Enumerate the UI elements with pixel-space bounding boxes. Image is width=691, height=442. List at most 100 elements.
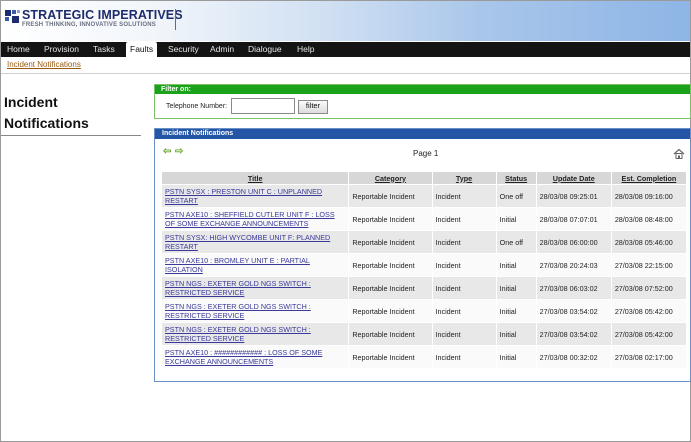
incident-title-link[interactable]: PSTN SYSX: HIGH WYCOMBE UNIT F: PLANNED …	[165, 233, 330, 251]
incident-title-link[interactable]: PSTN NGS : EXETER GOLD NGS SWITCH : REST…	[165, 302, 311, 320]
incident-title-link[interactable]: PSTN AXE10 : BROMLEY UNIT E : PARTIAL IS…	[165, 256, 310, 274]
incident-title-link[interactable]: PSTN AXE10 : ############ : LOSS OF SOME…	[165, 348, 322, 366]
nav-tasks[interactable]: Tasks	[93, 42, 115, 57]
incident-category-cell: Reportable Incident	[349, 254, 432, 276]
nav-faults[interactable]: Faults	[126, 42, 158, 57]
incident-est-completion-cell: 28/03/08 05:46:00	[611, 231, 686, 253]
incident-status-cell: One off	[496, 231, 536, 253]
brand-tagline: FRESH THINKING, INNOVATIVE SOLUTIONS	[22, 22, 156, 28]
telephone-number-input[interactable]	[231, 98, 295, 114]
page-label: Page 1	[413, 149, 439, 158]
incident-update-date: 27/03/08 03:54:02	[539, 329, 598, 339]
incident-title-link-cell: PSTN NGS : EXETER GOLD NGS SWITCH : REST…	[162, 300, 349, 322]
table-row: PSTN AXE10 : ############ : LOSS OF SOME…	[162, 346, 686, 368]
incident-est-completion-cell: 27/03/08 05:42:00	[611, 323, 686, 345]
incident-type: Incident	[435, 237, 461, 247]
incident-category-cell: Reportable Incident	[349, 277, 432, 299]
incident-type-cell: Incident	[432, 231, 496, 253]
filter-panel: Filter on: Telephone Number: filter	[154, 84, 691, 119]
incident-type-cell: Incident	[432, 277, 496, 299]
incident-status-cell: One off	[496, 185, 536, 207]
incident-status: Initial	[499, 214, 517, 224]
table-row: PSTN AXE10 : BROMLEY UNIT E : PARTIAL IS…	[162, 254, 686, 276]
incident-type-cell: Incident	[432, 254, 496, 276]
incident-type: Incident	[435, 260, 461, 270]
incident-update-date: 28/03/08 09:25:01	[539, 191, 598, 201]
filter-button[interactable]: filter	[298, 100, 328, 114]
incident-update-date: 27/03/08 00:32:02	[539, 352, 598, 362]
incident-title-link[interactable]: PSTN NGS : EXETER GOLD NGS SWITCH : REST…	[165, 279, 311, 297]
incident-status: Initial	[499, 329, 517, 339]
incident-est-completion: 28/03/08 08:48:00	[614, 214, 673, 224]
page-title: Incident Notifications	[4, 94, 89, 131]
incident-category: Reportable Incident	[352, 237, 415, 247]
incident-est-completion: 27/03/08 02:17:00	[614, 352, 673, 362]
incident-category-cell: Reportable Incident	[349, 323, 432, 345]
table-row: PSTN SYSX : PRESTON UNIT C : UNPLANNED R…	[162, 185, 686, 207]
incident-status-cell: Initial	[496, 300, 536, 322]
col-update-date[interactable]: Update Date	[536, 172, 611, 184]
incident-category-cell: Reportable Incident	[349, 300, 432, 322]
brand-name: STRATEGIC IMPERATIVES	[22, 8, 183, 22]
incident-category: Reportable Incident	[352, 306, 415, 316]
incident-category: Reportable Incident	[352, 352, 415, 362]
subnav-incident-notifications[interactable]: Incident Notifications	[7, 60, 81, 69]
nav-dialogue[interactable]: Dialogue	[248, 42, 282, 57]
incident-update-date-cell: 27/03/08 00:32:02	[536, 346, 611, 368]
incident-category-cell: Reportable Incident	[349, 208, 432, 230]
col-est-completion[interactable]: Est. Completion	[611, 172, 686, 184]
incident-update-date: 28/03/08 06:00:00	[539, 237, 598, 247]
col-title[interactable]: Title	[162, 172, 349, 184]
incident-est-completion: 28/03/08 05:46:00	[614, 237, 673, 247]
nav-home[interactable]: Home	[7, 42, 30, 57]
incidents-panel-header: Incident Notifications	[155, 129, 690, 139]
incident-category-cell: Reportable Incident	[349, 185, 432, 207]
table-row: PSTN AXE10 : SHEFFIELD CUTLER UNIT F : L…	[162, 208, 686, 230]
incident-category: Reportable Incident	[352, 191, 415, 201]
incident-type: Incident	[435, 214, 461, 224]
incident-status-cell: Initial	[496, 254, 536, 276]
home-icon[interactable]	[673, 148, 685, 159]
nav-admin[interactable]: Admin	[210, 42, 234, 57]
col-category[interactable]: Category	[349, 172, 432, 184]
nav-help[interactable]: Help	[297, 42, 314, 57]
arrow-right-icon[interactable]: ⇨	[175, 147, 183, 157]
incident-est-completion-cell: 27/03/08 22:15:00	[611, 254, 686, 276]
col-status[interactable]: Status	[496, 172, 536, 184]
incident-title-link-cell: PSTN NGS : EXETER GOLD NGS SWITCH : REST…	[162, 277, 349, 299]
incident-title-link[interactable]: PSTN AXE10 : SHEFFIELD CUTLER UNIT F : L…	[165, 210, 335, 228]
incident-type: Incident	[435, 329, 461, 339]
incident-category-cell: Reportable Incident	[349, 346, 432, 368]
incident-title-link[interactable]: PSTN NGS : EXETER GOLD NGS SWITCH : REST…	[165, 325, 311, 343]
incident-est-completion-cell: 27/03/08 07:52:00	[611, 277, 686, 299]
incident-category: Reportable Incident	[352, 329, 415, 339]
incident-title-link[interactable]: PSTN SYSX : PRESTON UNIT C : UNPLANNED R…	[165, 187, 322, 205]
incident-update-date-cell: 28/03/08 07:07:01	[536, 208, 611, 230]
table-row: PSTN NGS : EXETER GOLD NGS SWITCH : REST…	[162, 323, 686, 345]
incident-est-completion-cell: 28/03/08 08:48:00	[611, 208, 686, 230]
nav-security[interactable]: Security	[168, 42, 199, 57]
incidents-table: Title Category Type Status Update Date E…	[161, 171, 687, 369]
incident-status: Initial	[499, 352, 517, 362]
table-row: PSTN NGS : EXETER GOLD NGS SWITCH : REST…	[162, 300, 686, 322]
incident-type: Incident	[435, 352, 461, 362]
table-row: PSTN NGS : EXETER GOLD NGS SWITCH : REST…	[162, 277, 686, 299]
incident-title-link-cell: PSTN SYSX: HIGH WYCOMBE UNIT F: PLANNED …	[162, 231, 349, 253]
incident-est-completion: 27/03/08 05:42:00	[614, 329, 673, 339]
incident-update-date-cell: 28/03/08 06:00:00	[536, 231, 611, 253]
incident-type-cell: Incident	[432, 300, 496, 322]
arrow-left-icon[interactable]: ⇦	[163, 147, 171, 157]
logo-divider	[175, 9, 176, 30]
nav-provision[interactable]: Provision	[44, 42, 79, 57]
incident-update-date: 28/03/08 07:07:01	[539, 214, 598, 224]
incident-status-cell: Initial	[496, 346, 536, 368]
table-header-row: Title Category Type Status Update Date E…	[162, 172, 686, 184]
incident-category-cell: Reportable Incident	[349, 231, 432, 253]
header: STRATEGIC IMPERATIVES FRESH THINKING, IN…	[1, 1, 690, 41]
incidents-panel: Incident Notifications ⇦ ⇨ Page 1 Title …	[154, 128, 691, 382]
filter-heading: Filter on:	[161, 86, 191, 93]
incident-update-date-cell: 28/03/08 09:25:01	[536, 185, 611, 207]
incident-est-completion: 28/03/08 09:16:00	[614, 191, 673, 201]
main-nav: Home Provision Tasks Faults Security Adm…	[1, 42, 690, 57]
col-type[interactable]: Type	[432, 172, 496, 184]
